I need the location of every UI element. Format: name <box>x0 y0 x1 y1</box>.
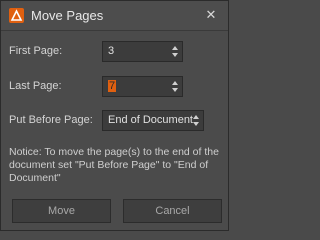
arrow-down-icon[interactable] <box>172 53 178 57</box>
last-page-value: 7 <box>108 80 117 92</box>
put-before-page-value: End of Document <box>108 114 193 126</box>
arrow-down-icon[interactable] <box>193 122 199 126</box>
arrow-down-icon[interactable] <box>172 88 178 92</box>
up-down-arrows-icon[interactable] <box>172 43 180 60</box>
arrow-up-icon[interactable] <box>193 115 199 119</box>
dialog-title: Move Pages <box>31 8 104 23</box>
first-page-spinbox[interactable]: 3 <box>102 41 183 62</box>
last-page-spinbox[interactable]: 7 <box>102 76 183 97</box>
arrow-up-icon[interactable] <box>172 46 178 50</box>
put-before-page-label: Put Before Page: <box>9 114 93 126</box>
close-icon[interactable]: ✕ <box>201 6 221 24</box>
cancel-button[interactable]: Cancel <box>123 199 222 223</box>
first-page-value: 3 <box>108 45 115 57</box>
title-bar: Move Pages ✕ <box>1 1 228 31</box>
first-page-label: First Page: <box>9 45 63 57</box>
adobe-acrobat-icon <box>9 8 24 23</box>
last-page-label: Last Page: <box>9 80 62 92</box>
up-down-arrows-icon[interactable] <box>172 78 180 95</box>
move-button[interactable]: Move <box>12 199 111 223</box>
put-before-page-spinbox[interactable]: End of Document <box>102 110 204 131</box>
notice-text: Notice: To move the page(s) to the end o… <box>9 146 219 184</box>
up-down-arrows-icon[interactable] <box>193 112 201 129</box>
arrow-up-icon[interactable] <box>172 81 178 85</box>
move-pages-dialog: Move Pages ✕ First Page: 3 Last Page: 7 … <box>0 0 229 231</box>
